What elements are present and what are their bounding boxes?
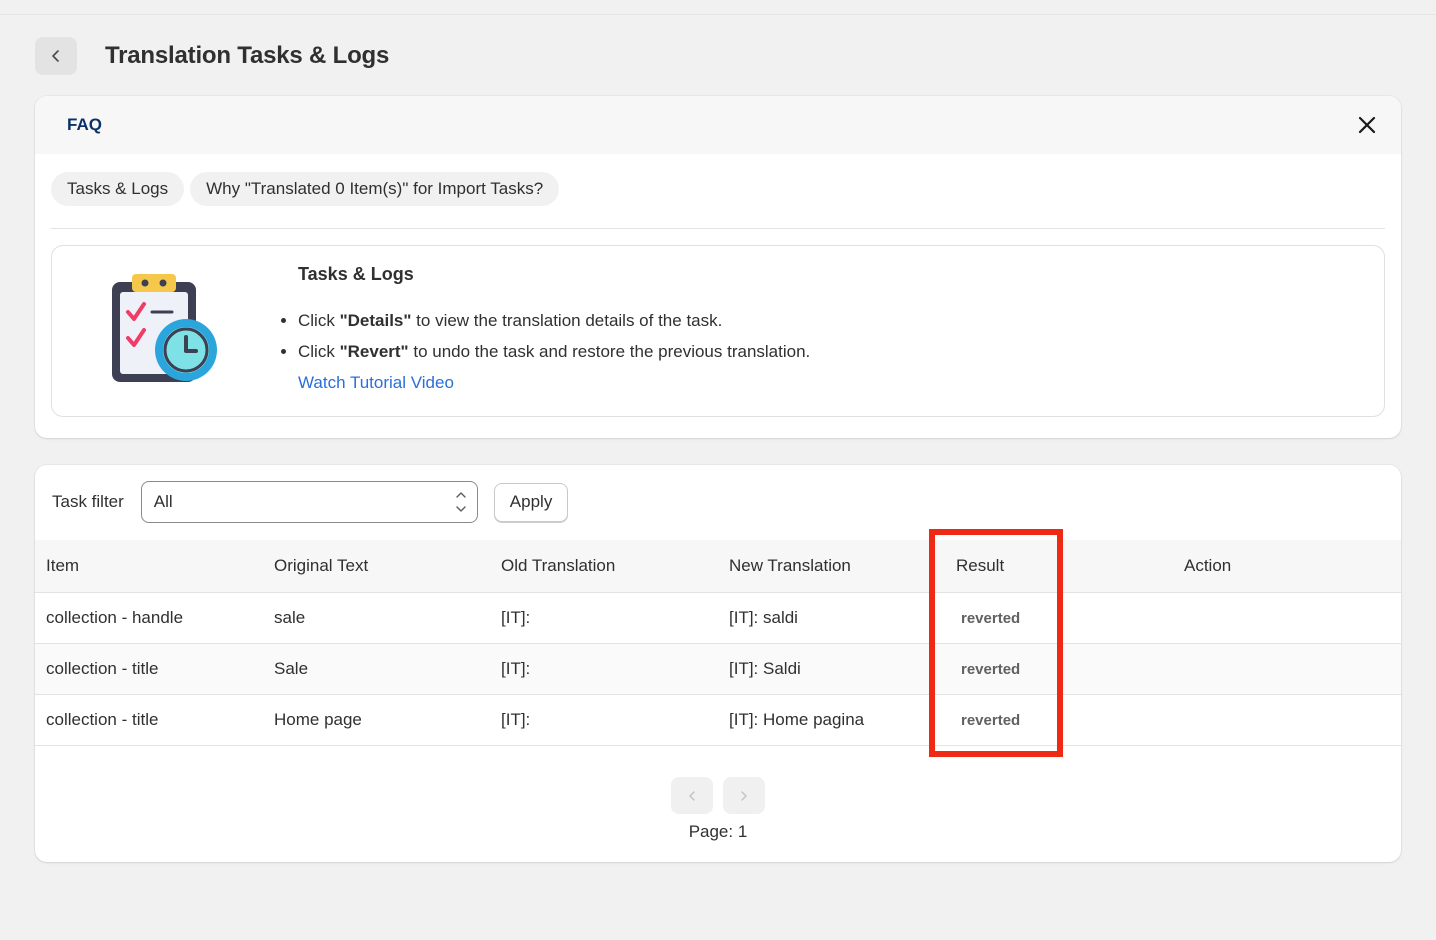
- result-badge: reverted: [961, 711, 1021, 729]
- column-header-action: Action: [1184, 556, 1232, 575]
- faq-card: FAQ Tasks & Logs Why "Translated 0 Item(…: [35, 96, 1401, 438]
- page-title: Translation Tasks & Logs: [105, 42, 390, 69]
- result-badge: reverted: [961, 660, 1021, 678]
- faq-header: FAQ: [35, 96, 1401, 154]
- cell-new-translation: [IT]: Home pagina: [729, 710, 865, 729]
- column-header-new-translation: New Translation: [729, 556, 851, 575]
- bullet-text-post: to view the translation details of the t…: [411, 310, 723, 330]
- next-page-button[interactable]: [723, 777, 765, 814]
- faq-bullet-details: Click "Details" to view the translation …: [281, 305, 810, 336]
- pagination: [671, 777, 765, 814]
- faq-divider: [51, 228, 1385, 229]
- chevron-left-icon: [52, 50, 59, 62]
- back-button[interactable]: [35, 37, 77, 75]
- chevron-left-icon: [689, 790, 695, 801]
- task-filter-value: All: [153, 492, 173, 511]
- close-icon: [1358, 116, 1376, 134]
- cell-new-translation: [IT]: Saldi: [729, 659, 801, 678]
- task-filter-label: Task filter: [52, 492, 124, 511]
- faq-content-heading: Tasks & Logs: [298, 264, 414, 284]
- clipboard-clock-icon: [112, 274, 217, 382]
- bullet-text-bold: "Details": [339, 310, 412, 330]
- cell-old-translation: [IT]:: [501, 659, 531, 678]
- table-row: collection - title Home page [IT]: [IT]:…: [35, 695, 1401, 746]
- select-arrows-icon: [456, 492, 466, 512]
- faq-content-panel: Tasks & Logs Click "Details" to view the…: [51, 245, 1385, 417]
- cell-original-text: sale: [274, 608, 306, 627]
- watch-tutorial-link[interactable]: Watch Tutorial Video: [298, 373, 454, 393]
- chevron-right-icon: [741, 790, 747, 801]
- apply-button[interactable]: Apply: [493, 482, 569, 522]
- bullet-dot: [281, 349, 286, 354]
- faq-tab-tasks-logs[interactable]: Tasks & Logs: [51, 172, 185, 206]
- previous-page-button[interactable]: [671, 777, 713, 814]
- close-faq-button[interactable]: [1355, 113, 1379, 137]
- tasks-card: Task filter All Apply Item Original Text…: [35, 465, 1401, 862]
- cell-original-text: Sale: [274, 659, 309, 678]
- bullet-text-bold: "Revert": [339, 341, 409, 361]
- cell-old-translation: [IT]:: [501, 710, 531, 729]
- faq-bullet-revert: Click "Revert" to undo the task and rest…: [281, 336, 811, 367]
- task-filter-row: Task filter All Apply: [52, 481, 569, 523]
- faq-bullet-list: Click "Details" to view the translation …: [281, 305, 811, 367]
- bullet-text-pre: Click: [298, 341, 335, 361]
- cell-item: collection - title: [46, 659, 159, 678]
- faq-title: FAQ: [67, 115, 102, 134]
- bullet-text-post: to undo the task and restore the previou…: [408, 341, 811, 361]
- page-indicator: Page: 1: [688, 822, 748, 841]
- bullet-text-pre: Click: [298, 310, 335, 330]
- cell-old-translation: [IT]:: [501, 608, 531, 627]
- table-row: collection - handle sale [IT]: [IT]: sal…: [35, 593, 1401, 644]
- top-divider: [0, 14, 1436, 15]
- faq-tab-translated-zero[interactable]: Why "Translated 0 Item(s)" for Import Ta…: [190, 172, 560, 206]
- column-header-item: Item: [46, 556, 80, 575]
- column-header-original-text: Original Text: [274, 556, 369, 575]
- bullet-dot: [281, 318, 286, 323]
- faq-tabs: Tasks & Logs Why "Translated 0 Item(s)" …: [51, 172, 560, 206]
- tasks-table: Item Original Text Old Translation New T…: [35, 540, 1401, 746]
- page-header: Translation Tasks & Logs: [35, 37, 389, 75]
- table-row: collection - title Sale [IT]: [IT]: Sald…: [35, 644, 1401, 695]
- cell-original-text: Home page: [274, 710, 362, 729]
- task-filter-select[interactable]: All: [140, 481, 478, 523]
- result-badge: reverted: [961, 609, 1021, 627]
- column-header-old-translation: Old Translation: [501, 556, 616, 575]
- cell-item: collection - title: [46, 710, 159, 729]
- column-header-result: Result: [956, 556, 1005, 575]
- table-header-row: Item Original Text Old Translation New T…: [35, 540, 1401, 593]
- cell-item: collection - handle: [46, 608, 184, 627]
- faq-text: Tasks & Logs Click "Details" to view the…: [281, 264, 811, 393]
- cell-new-translation: [IT]: saldi: [729, 608, 798, 627]
